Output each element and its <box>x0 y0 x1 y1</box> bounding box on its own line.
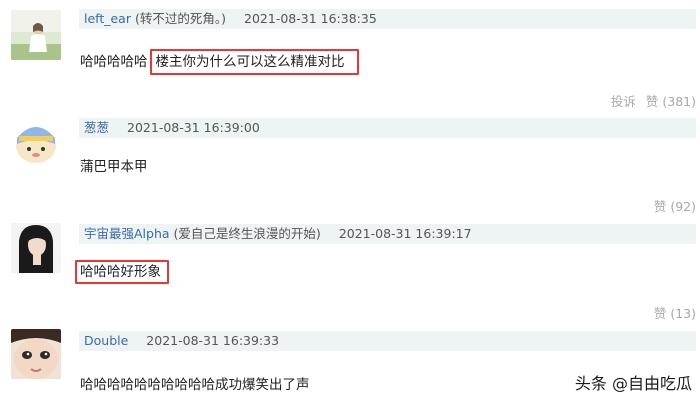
username-link[interactable]: 宇宙最强Alpha <box>84 226 170 241</box>
username-link[interactable]: left_ear <box>84 11 131 26</box>
avatar[interactable] <box>11 223 61 273</box>
comment-meta: 葱葱 2021-08-31 16:39:00 <box>79 118 696 138</box>
highlight-box: 楼主你为什么可以这么精准对比 <box>149 49 359 75</box>
like-button[interactable]: 赞 (381) <box>646 94 696 109</box>
like-count: (381) <box>662 94 696 109</box>
highlight-box: 哈哈哈好形象 <box>75 260 169 284</box>
avatar[interactable] <box>11 10 61 60</box>
username-link[interactable]: 葱葱 <box>84 120 109 135</box>
like-button[interactable]: 赞 (13) <box>654 306 696 321</box>
like-count: (13) <box>670 306 696 321</box>
like-count: (92) <box>670 199 696 214</box>
comment-meta: left_ear (转不过的死角。) 2021-08-31 16:38:35 <box>79 9 696 29</box>
avatar[interactable] <box>11 116 61 166</box>
comment-item: left_ear (转不过的死角。) 2021-08-31 16:38:35 哈哈哈… <box>0 0 700 110</box>
username-link[interactable]: Double <box>84 333 128 348</box>
comment-meta: 宇宙最强Alpha (爱自己是终生浪漫的开始) 2021-08-31 16:39:1… <box>79 224 696 244</box>
like-button[interactable]: 赞 (92) <box>654 199 696 214</box>
watermark: 头条 @自由吃瓜 <box>574 374 692 393</box>
comment-meta: Double 2021-08-31 16:39:33 <box>79 331 696 351</box>
comment-item: 葱葱 2021-08-31 16:39:00 蒲巴甲本甲 赞 (92) <box>0 110 700 215</box>
like-label: 赞 <box>645 94 659 109</box>
comment-actions: 赞 (92) <box>654 196 696 215</box>
comment-actions: 投诉赞 (381) <box>611 91 696 110</box>
comment-text: 哈哈哈好形象 <box>75 260 169 284</box>
comment-timestamp: 2021-08-31 16:39:33 <box>146 333 280 348</box>
avatar[interactable] <box>11 329 61 379</box>
comment-timestamp: 2021-08-31 16:39:00 <box>127 120 260 135</box>
comment-text: 蒲巴甲本甲 <box>80 159 148 175</box>
comment-text: 哈哈哈哈哈 楼主你为什么可以这么精准对比 <box>80 49 359 75</box>
user-signature: (转不过的死角。) <box>135 11 227 26</box>
comment-timestamp: 2021-08-31 16:39:17 <box>338 226 472 241</box>
comment-item: 宇宙最强Alpha (爱自己是终生浪漫的开始) 2021-08-31 16:39:1… <box>0 215 700 321</box>
user-signature: (爱自己是终生浪漫的开始) <box>173 226 321 241</box>
report-button[interactable]: 投诉 <box>611 94 636 109</box>
comment-timestamp: 2021-08-31 16:38:35 <box>244 11 377 26</box>
like-label: 赞 <box>653 199 667 214</box>
like-label: 赞 <box>653 306 667 321</box>
comment-text-plain: 哈哈哈哈哈 <box>80 54 148 70</box>
comment-text: 哈哈哈哈哈哈哈哈哈哈成功爆笑出了声 <box>80 377 310 393</box>
